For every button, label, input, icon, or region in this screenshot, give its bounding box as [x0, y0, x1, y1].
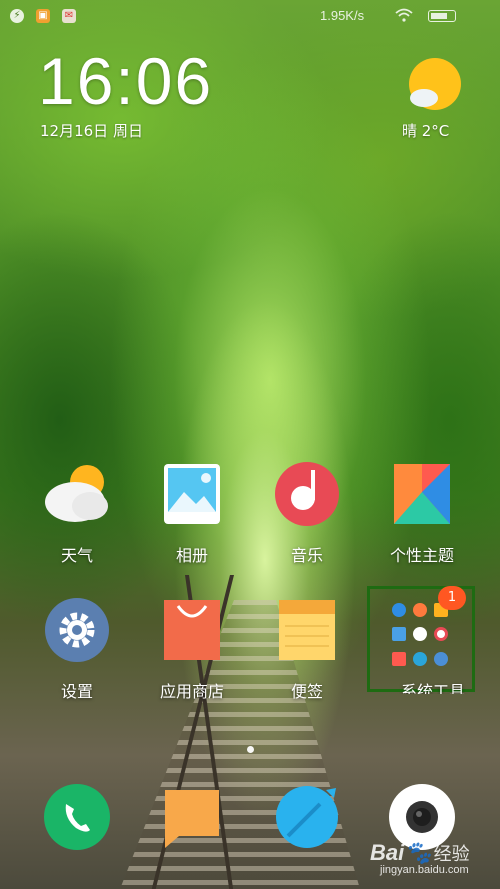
gallery-icon — [164, 464, 220, 524]
dock-phone[interactable] — [22, 784, 132, 854]
folder-label: 系统工具 — [400, 682, 465, 694]
themes-icon — [394, 464, 450, 524]
wifi-icon — [395, 8, 413, 22]
settings-gear-icon — [45, 598, 109, 662]
compass-icon — [413, 651, 427, 666]
app-label: 相册 — [175, 546, 208, 565]
browser-icon — [276, 786, 338, 848]
app-label: 个性主题 — [389, 546, 454, 565]
app-music[interactable]: 音乐 — [252, 462, 362, 566]
app-label: 便签 — [290, 682, 323, 701]
weather-icon — [45, 465, 108, 522]
notification-app-icon: ▣ — [36, 9, 50, 23]
notification-app-icon-2: ✉ — [62, 9, 76, 23]
battery-icon — [428, 10, 456, 22]
clock-time[interactable]: 16:06 — [38, 48, 213, 114]
home-screen: ⚡ ▣ ✉ 1.95K/s 16:06 12月16日 周日 晴 2°C 天气 相… — [0, 0, 500, 889]
scanner-icon — [434, 651, 448, 666]
video-icon — [392, 651, 406, 666]
app-notes[interactable]: 便签 — [252, 598, 362, 702]
record-icon — [434, 627, 448, 642]
status-bar: ⚡ ▣ ✉ 1.95K/s — [0, 0, 500, 32]
baidu-watermark: Bai🐾 经验 jingyan.baidu.com — [370, 840, 500, 889]
network-speed: 1.95K/s — [320, 8, 365, 23]
app-weather[interactable]: 天气 — [22, 462, 132, 566]
app-store[interactable]: 应用商店 — [137, 598, 247, 702]
clock-date[interactable]: 12月16日 周日 — [40, 120, 143, 141]
dock-messages[interactable] — [137, 784, 247, 854]
app-label: 音乐 — [290, 546, 323, 565]
phone-icon — [44, 784, 110, 850]
music-icon — [275, 462, 339, 526]
watermark-url: jingyan.baidu.com — [380, 864, 469, 876]
mail-icon — [392, 627, 406, 642]
paw-icon: 🐾 — [404, 840, 432, 865]
notes-icon — [279, 600, 335, 660]
weather-condition-temp[interactable]: 晴 2°C — [402, 120, 449, 141]
app-label: 应用商店 — [159, 682, 224, 701]
flash-icon: ⚡ — [10, 9, 24, 23]
partly-cloudy-icon[interactable] — [408, 57, 462, 111]
watermark-brand: Bai — [370, 840, 405, 865]
messages-icon — [165, 790, 219, 848]
contacts-icon — [392, 603, 406, 617]
notification-badge: 1 — [438, 586, 466, 610]
calculator-icon — [413, 603, 427, 617]
app-gallery[interactable]: 相册 — [137, 462, 247, 566]
app-label: 天气 — [60, 546, 93, 565]
watermark-text: 经验 — [433, 844, 470, 864]
clock-icon — [413, 627, 427, 642]
app-label: 设置 — [60, 682, 93, 701]
app-themes[interactable]: 个性主题 — [367, 462, 477, 566]
dock-browser[interactable] — [252, 784, 362, 854]
page-indicator[interactable] — [0, 738, 500, 757]
app-settings[interactable]: 设置 — [22, 598, 132, 702]
folder-app-preview — [392, 603, 458, 669]
page-dot[interactable] — [246, 746, 254, 753]
app-store-bag-icon — [164, 600, 220, 660]
